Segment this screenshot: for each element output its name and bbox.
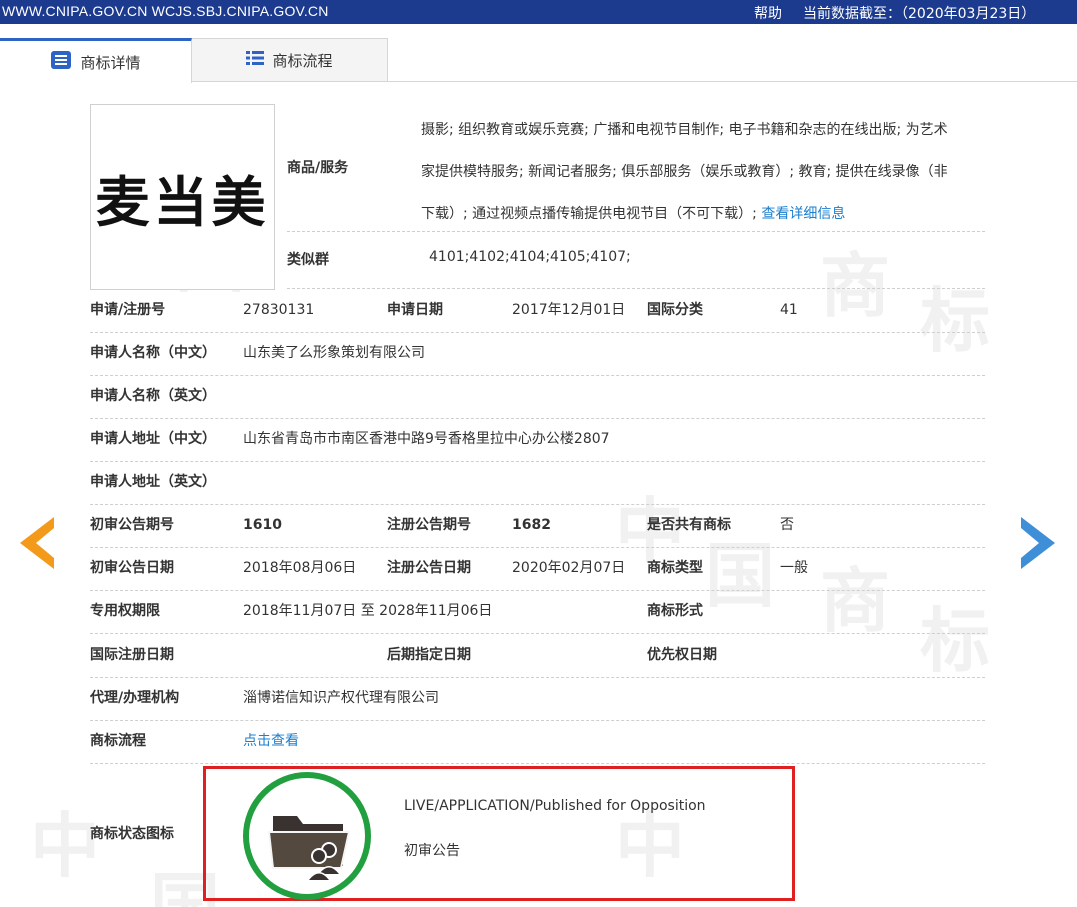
divider [90,763,985,764]
tab-trademark-flow[interactable]: 商标流程 [192,38,388,82]
field-value: 2020年02月07日 [512,560,626,576]
status-text-cn: 初审公告 [404,843,460,859]
field-value: 山东省青岛市市南区香港中路9号香格里拉中心办公楼2807 [243,431,610,447]
divider [287,231,985,232]
field-label: 商标流程 [90,733,146,749]
field-value: 山东美了么形象策划有限公司 [243,345,425,361]
detail-row: 申请人名称（英文） [90,375,985,418]
help-link[interactable]: 帮助 [754,3,782,23]
top-bar: WWW.CNIPA.GOV.CN WCJS.SBJ.CNIPA.GOV.CN 帮… [0,0,1077,24]
goods-services-line: 摄影; 组织教育或娱乐竞赛; 广播和电视节目制作; 电子书籍和杂志的在线出版; … [421,122,948,138]
field-label: 后期指定日期 [387,647,471,663]
field-label: 初审公告日期 [90,560,174,576]
detail-row: 初审公告期号 1610 注册公告期号 1682 是否共有商标 否 [90,504,985,547]
field-label: 国际分类 [647,302,703,318]
field-label: 专用权期限 [90,603,160,619]
field-label: 申请日期 [387,302,443,318]
field-label: 是否共有商标 [647,517,731,533]
similar-group-value: 4101;4102;4104;4105;4107; [429,249,631,265]
next-arrow-cutout [1021,528,1039,558]
trademark-image: 麦当美 [90,104,275,290]
field-label: 注册公告期号 [387,517,471,533]
tab-label: 商标详情 [80,53,141,72]
view-details-link[interactable]: 查看详细信息 [761,206,845,222]
status-ring [243,772,371,900]
document-icon [50,50,72,74]
field-label: 申请人名称（中文） [90,345,216,361]
field-value: 1682 [512,517,551,533]
view-flow-link[interactable]: 点击查看 [243,720,299,763]
field-label: 国际注册日期 [90,647,174,663]
detail-row: 代理/办理机构 淄博诺信知识产权代理有限公司 [90,677,985,720]
field-label: 商标类型 [647,560,703,576]
field-label: 优先权日期 [647,647,717,663]
field-label: 申请人地址（中文） [90,431,216,447]
field-label: 申请/注册号 [90,302,166,318]
tab-trademark-details[interactable]: 商标详情 [0,38,192,83]
detail-row: 申请人地址（中文） 山东省青岛市市南区香港中路9号香格里拉中心办公楼2807 [90,418,985,461]
detail-row: 初审公告日期 2018年08月06日 注册公告日期 2020年02月07日 商标… [90,547,985,590]
field-value: 2017年12月01日 [512,302,626,318]
prev-arrow-cutout [36,528,54,558]
site-url: WWW.CNIPA.GOV.CN WCJS.SBJ.CNIPA.GOV.CN [2,3,329,19]
detail-row: 国际注册日期 后期指定日期 优先权日期 [90,634,985,677]
goods-services-line: 家提供模特服务; 新闻记者服务; 俱乐部服务（娱乐或教育）; 教育; 提供在线录… [421,164,948,180]
detail-row: 专用权期限 2018年11月07日 至 2028年11月06日 商标形式 [90,590,985,633]
field-label: 代理/办理机构 [90,690,180,706]
field-value: 2018年11月07日 至 2028年11月06日 [243,603,493,619]
field-value: 否 [780,517,794,533]
status-text-en: LIVE/APPLICATION/Published for Oppositio… [404,798,706,814]
trademark-mark-text: 麦当美 [95,169,270,234]
folder-users-icon [267,816,351,880]
data-date: 当前数据截至：（2020年03月23日） [803,6,1036,22]
field-label: 申请人名称（英文） [90,388,216,404]
list-icon [246,50,265,70]
field-label: 初审公告期号 [90,517,174,533]
detail-row: 申请/注册号 27830131 申请日期 2017年12月01日 国际分类 41 [90,289,985,332]
status-icon-label: 商标状态图标 [90,826,174,842]
detail-row: 申请人名称（中文） 山东美了么形象策划有限公司 [90,332,985,375]
field-value: 一般 [780,560,808,576]
tab-label: 商标流程 [272,51,333,70]
similar-group-label: 类似群 [287,252,329,268]
field-label: 申请人地址（英文） [90,474,216,490]
detail-row: 商标流程 点击查看 [90,720,985,763]
goods-services-text: 摄影; 组织教育或娱乐竞赛; 广播和电视节目制作; 电子书籍和杂志的在线出版; … [421,109,986,235]
field-label: 注册公告日期 [387,560,471,576]
field-label: 商标形式 [647,603,703,619]
goods-services-line-text: 下载）; 通过视频点播传输提供电视节目（不可下载）; [421,206,762,222]
field-value: 41 [780,302,798,318]
field-value: 淄博诺信知识产权代理有限公司 [243,690,439,706]
field-value: 27830131 [243,302,315,318]
goods-services-label: 商品/服务 [287,160,349,176]
tab-bar: 商标详情 商标流程 [0,38,1077,83]
field-value: 1610 [243,517,282,533]
detail-row: 申请人地址（英文） [90,461,985,504]
field-value: 2018年08月06日 [243,560,357,576]
goods-services-line: 下载）; 通过视频点播传输提供电视节目（不可下载）; 查看详细信息 [421,193,986,235]
